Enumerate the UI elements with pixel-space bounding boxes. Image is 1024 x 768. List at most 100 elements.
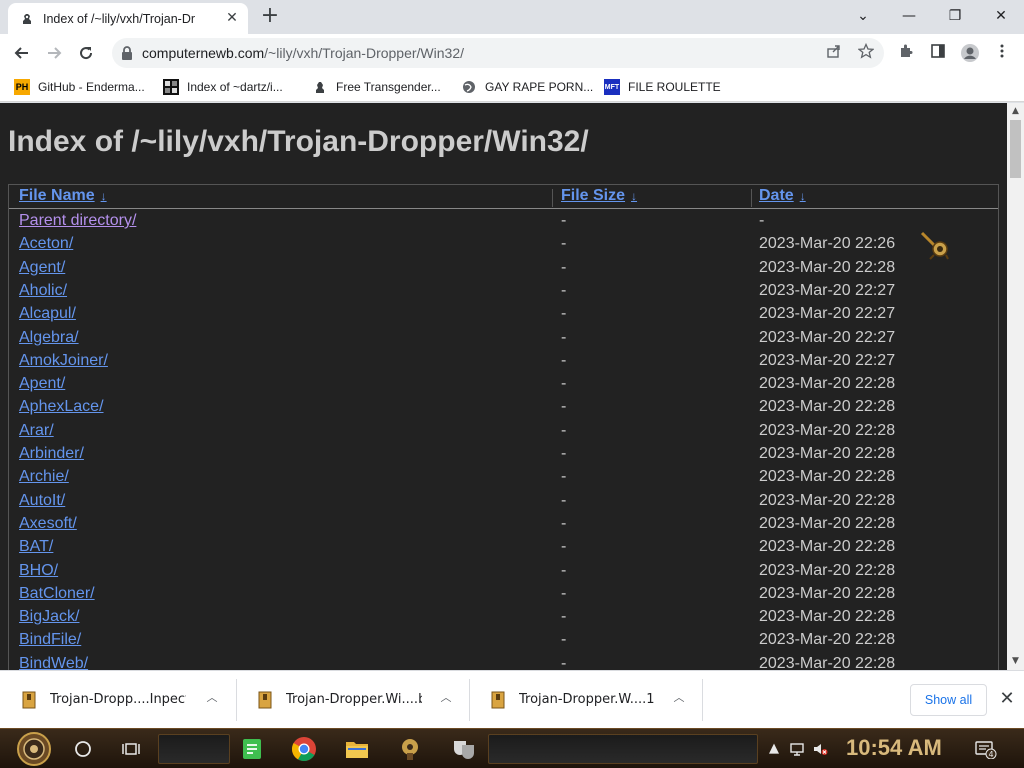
file-date: 2023-Mar-20 22:28 <box>759 468 896 486</box>
scroll-down-arrow-icon[interactable]: ▼ <box>1007 653 1024 670</box>
bookmark-label: Free Transgender... <box>336 80 441 94</box>
divider <box>702 679 703 721</box>
restore-button[interactable]: ❐ <box>932 2 978 30</box>
file-link[interactable]: BindWeb/ <box>19 655 88 670</box>
chevron-up-icon[interactable]: ︿ <box>672 691 686 705</box>
file-link[interactable]: BatCloner/ <box>19 585 95 603</box>
search-circle-icon[interactable] <box>69 735 97 763</box>
table-row: Apent/ - 2023-Mar-20 22:28 <box>9 373 998 396</box>
scroll-thumb[interactable] <box>1010 120 1021 178</box>
page-title: Index of /~lily/vxh/Trojan-Dropper/Win32… <box>8 125 589 158</box>
close-shelf-icon[interactable]: ✕ <box>996 688 1018 710</box>
bookmark-item[interactable]: Free Transgender... <box>312 77 441 97</box>
file-date: 2023-Mar-20 22:28 <box>759 375 896 393</box>
side-panel-icon[interactable] <box>928 43 948 63</box>
chrome-icon[interactable] <box>290 735 318 763</box>
volume-muted-icon[interactable] <box>812 741 828 757</box>
new-tab-button[interactable]: + <box>258 5 282 29</box>
taskbar-clock[interactable]: 10:54 AM <box>846 735 942 761</box>
share-icon[interactable] <box>824 43 844 63</box>
file-link[interactable]: Axesoft/ <box>19 515 77 533</box>
tab-close-icon[interactable]: ✕ <box>224 10 240 26</box>
reload-button[interactable] <box>72 39 100 67</box>
file-link[interactable]: AutoIt/ <box>19 492 65 510</box>
steampunk-app-icon[interactable] <box>396 735 424 763</box>
file-link[interactable]: Aholic/ <box>19 282 67 300</box>
file-link[interactable]: BindFile/ <box>19 631 81 649</box>
globe-icon <box>461 79 477 95</box>
file-date: 2023-Mar-20 22:27 <box>759 351 896 369</box>
download-item[interactable]: Trojan-Dropper.Wi....b ︿ <box>236 671 469 728</box>
bookmark-label: GAY RAPE PORN... <box>485 80 594 94</box>
file-link[interactable]: AmokJoiner/ <box>19 352 108 370</box>
file-link[interactable]: Apent/ <box>19 375 65 393</box>
profile-avatar-icon[interactable] <box>960 43 980 63</box>
chevron-up-icon[interactable]: ︿ <box>205 691 219 705</box>
notifications-icon[interactable]: 4 <box>974 741 998 760</box>
file-link[interactable]: Agent/ <box>19 259 65 277</box>
scroll-up-arrow-icon[interactable]: ▲ <box>1007 103 1024 120</box>
file-date: 2023-Mar-20 22:28 <box>759 561 896 579</box>
bookmark-star-icon[interactable] <box>856 42 876 63</box>
file-link[interactable]: Aceton/ <box>19 235 73 253</box>
file-link[interactable]: BHO/ <box>19 562 58 580</box>
chevron-up-icon[interactable]: ︿ <box>439 691 453 705</box>
file-size: - <box>561 351 567 369</box>
tab-strip: Index of /~lily/vxh/Trojan-Dr ✕ + ⌄ — ❐ … <box>0 0 1024 34</box>
show-hidden-icons-icon[interactable]: ▲ <box>766 741 782 757</box>
tab-title: Index of /~lily/vxh/Trojan-Dr <box>43 11 196 26</box>
forward-button[interactable] <box>40 39 68 67</box>
task-view-icon[interactable] <box>117 735 145 763</box>
lock-icon[interactable] <box>120 45 136 61</box>
file-link[interactable]: AphexLace/ <box>19 398 104 416</box>
column-divider <box>751 189 752 207</box>
folder-icon[interactable] <box>343 735 371 763</box>
file-date: 2023-Mar-20 22:28 <box>759 421 896 439</box>
url-text[interactable]: computernewb.com/~lily/vxh/Trojan-Droppe… <box>142 38 464 68</box>
menu-kebab-icon[interactable] <box>992 43 1012 63</box>
minimize-button[interactable]: — <box>886 2 932 30</box>
file-link[interactable]: Archie/ <box>19 468 69 486</box>
file-link[interactable]: Parent directory/ <box>19 212 136 230</box>
vertical-scrollbar[interactable]: ▲ ▼ <box>1007 103 1024 670</box>
file-link[interactable]: BAT/ <box>19 538 53 556</box>
show-all-button[interactable]: Show all <box>910 684 987 716</box>
network-icon[interactable] <box>789 741 805 757</box>
back-button[interactable] <box>8 39 36 67</box>
taskbar: ▲ 10:54 AM 4 <box>0 728 1024 768</box>
mft-icon: MFT <box>604 79 620 95</box>
file-link[interactable]: Arbinder/ <box>19 445 84 463</box>
address-bar[interactable]: computernewb.com/~lily/vxh/Trojan-Droppe… <box>112 38 884 68</box>
file-link[interactable]: Alcapul/ <box>19 305 76 323</box>
bookmark-item[interactable]: Index of ~dartz/i... <box>163 77 283 97</box>
notes-app-icon[interactable] <box>238 735 266 763</box>
page-favicon-icon <box>19 11 35 27</box>
bookmark-item[interactable]: PH GitHub - Enderma... <box>14 77 145 97</box>
file-size: - <box>561 445 567 462</box>
tab-search-button[interactable]: ⌄ <box>840 2 886 30</box>
notification-count: 4 <box>988 750 993 759</box>
file-size: - <box>561 654 567 670</box>
close-window-button[interactable]: ✕ <box>978 2 1024 30</box>
table-row: BigJack/ - 2023-Mar-20 22:28 <box>9 606 998 629</box>
file-link[interactable]: BigJack/ <box>19 608 79 626</box>
file-link[interactable]: Algebra/ <box>19 329 79 347</box>
file-link[interactable]: Arar/ <box>19 422 54 440</box>
bookmark-item[interactable]: GAY RAPE PORN... <box>461 77 593 97</box>
download-item[interactable]: Trojan-Dropp....Inpect ︿ <box>0 671 236 728</box>
download-item[interactable]: Trojan-Dropper.W....18 ︿ <box>469 671 702 728</box>
table-row: Agent/ - 2023-Mar-20 22:28 <box>9 257 998 280</box>
file-date: 2023-Mar-20 22:28 <box>759 445 896 462</box>
start-button[interactable] <box>6 731 62 767</box>
theater-masks-icon[interactable] <box>450 735 478 763</box>
download-filename: Trojan-Dropper.W....18 <box>519 692 655 707</box>
column-header-date[interactable]: Date ↓ <box>759 187 806 205</box>
extensions-icon[interactable] <box>896 43 916 63</box>
column-header-name[interactable]: File Name ↓ <box>19 187 107 205</box>
browser-tab[interactable]: Index of /~lily/vxh/Trojan-Dr ✕ <box>8 3 248 34</box>
file-size: - <box>561 608 567 626</box>
bookmark-item[interactable]: MFT FILE ROULETTE <box>604 77 721 97</box>
column-header-size[interactable]: File Size ↓ <box>561 187 637 205</box>
table-row: Aholic/ - 2023-Mar-20 22:27 <box>9 280 998 303</box>
file-table: File Name ↓ File Size ↓ Date ↓ Parent direc… <box>8 184 999 670</box>
